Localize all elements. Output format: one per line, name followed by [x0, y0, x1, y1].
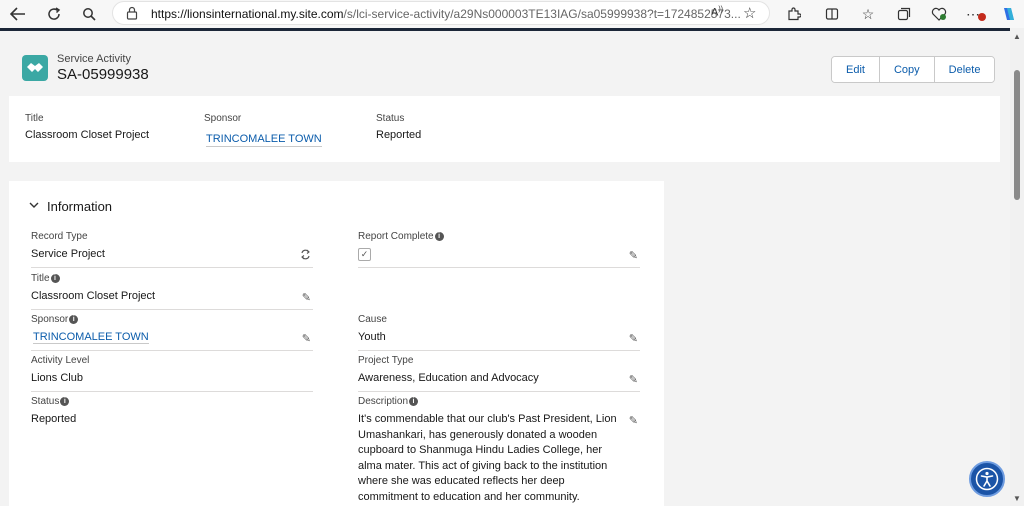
pencil-icon[interactable]: ✎ [629, 332, 638, 345]
collections-icon[interactable] [893, 4, 915, 24]
field-sponsor: Sponsor i TRINCOMALEE TOWN ✎ [31, 314, 313, 351]
copilot-icon[interactable] [998, 4, 1020, 24]
field-report-complete: Report Complete i ✓ ✎ [358, 231, 640, 268]
report-complete-checkbox[interactable]: ✓ [358, 248, 371, 261]
highlight-status-value: Reported [376, 129, 422, 141]
browser-toolbar: https://lionsinternational.my.site.com/s… [0, 0, 1024, 28]
description-line: Umashankari, has generously donated a wo… [358, 428, 598, 441]
title-label: Title i [31, 273, 313, 284]
accessibility-icon[interactable] [969, 461, 1005, 497]
puzzle-icon[interactable] [783, 4, 805, 24]
change-record-type-icon[interactable] [300, 249, 311, 263]
lock-icon[interactable] [126, 6, 138, 25]
pencil-icon[interactable]: ✎ [302, 332, 311, 345]
title-value: Classroom Closet Project [31, 290, 156, 302]
project-type-label: Project Type [358, 355, 414, 366]
chevron-down-icon [29, 201, 39, 212]
activity-level-label: Activity Level [31, 355, 90, 366]
search-icon[interactable] [78, 4, 100, 24]
field-activity-level: Activity Level Lions Club [31, 355, 313, 392]
information-section-toggle[interactable]: Information [29, 199, 112, 214]
sponsor-label-text: Sponsor [31, 314, 69, 325]
address-bar[interactable]: https://lionsinternational.my.site.com/s… [112, 1, 770, 25]
highlight-title: Title Classroom Closet Project [25, 113, 149, 141]
favorites-icon[interactable]: ☆ [857, 4, 879, 24]
report-complete-label: Report Complete i [358, 231, 640, 242]
reload-icon[interactable] [43, 4, 65, 24]
pencil-icon[interactable]: ✎ [302, 291, 311, 304]
field-cause: Cause Youth ✎ [358, 314, 640, 351]
description-line: cupboard to Shanmuga Hindu Ladies Colleg… [358, 444, 602, 456]
info-icon[interactable]: i [434, 232, 444, 241]
highlight-status-label: Status [376, 113, 405, 124]
description-line: It's commendable that our club's Past Pr… [358, 413, 617, 425]
description-line: where she was educated reflects her deep [358, 475, 565, 487]
read-aloud-icon[interactable]: A)) [711, 6, 723, 19]
info-icon[interactable]: i [60, 397, 70, 406]
edit-button[interactable]: Edit [832, 57, 879, 82]
title-label-text: Title [31, 273, 50, 284]
highlight-title-label: Title [25, 113, 44, 124]
information-heading: Information [47, 199, 113, 214]
url-host: https://lionsinternational.my.site.com [151, 7, 344, 21]
sponsor-link[interactable]: TRINCOMALEE TOWN [33, 331, 149, 344]
field-description: Description i It's commendable that our c… [358, 396, 640, 506]
cause-label: Cause [358, 314, 387, 325]
site-header-bar [0, 28, 1010, 31]
copy-button[interactable]: Copy [878, 57, 934, 82]
record-object-label: Service Activity [57, 53, 131, 65]
description-label-text: Description [358, 396, 409, 407]
info-icon[interactable]: i [50, 274, 60, 283]
highlight-sponsor: Sponsor TRINCOMALEE TOWN [204, 113, 322, 147]
pencil-icon[interactable]: ✎ [629, 249, 638, 262]
description-value: It's commendable that our club's Past Pr… [358, 412, 640, 505]
sponsor-label: Sponsor i [31, 314, 313, 325]
field-status: Status i Reported [31, 396, 313, 436]
description-line: commitment to education and her communit… [358, 490, 580, 503]
field-project-type: Project Type Awareness, Education and Ad… [358, 355, 640, 392]
delete-button[interactable]: Delete [933, 57, 995, 82]
scroll-down-arrow-icon[interactable]: ▼ [1013, 494, 1021, 503]
description-line: alma mater. This act of giving back to t… [358, 459, 608, 472]
status-value: Reported [31, 413, 77, 425]
description-label: Description i [358, 396, 640, 407]
highlight-title-value: Classroom Closet Project [25, 129, 150, 141]
information-section: Information Record Type Service Project … [9, 181, 664, 506]
highlight-sponsor-label: Sponsor [204, 113, 242, 124]
scroll-up-arrow-icon[interactable]: ▲ [1013, 32, 1021, 41]
record-actions: Edit Copy Delete [831, 56, 996, 83]
scrollbar-thumb[interactable] [1014, 70, 1020, 200]
pencil-icon[interactable]: ✎ [629, 373, 638, 386]
record-type-value: Service Project [31, 248, 105, 260]
url-text: https://lionsinternational.my.site.com/s… [151, 7, 741, 21]
handshake-icon [22, 55, 48, 81]
status-label: Status i [31, 396, 313, 407]
status-label-text: Status [31, 396, 60, 407]
pencil-icon[interactable]: ✎ [629, 414, 638, 427]
more-icon[interactable]: ⋯ [965, 4, 987, 24]
back-arrow-icon[interactable] [7, 4, 29, 24]
info-icon[interactable]: i [409, 397, 419, 406]
report-complete-label-text: Report Complete [358, 231, 434, 242]
highlight-sponsor-link[interactable]: TRINCOMALEE TOWN [206, 133, 322, 147]
record-type-label: Record Type [31, 231, 88, 242]
split-screen-icon[interactable] [821, 4, 843, 24]
field-record-type: Record Type Service Project [31, 231, 313, 268]
activity-level-value: Lions Club [31, 372, 83, 384]
info-icon[interactable]: i [69, 315, 79, 324]
star-icon[interactable]: ☆ [743, 4, 756, 22]
url-path: /s/lci-service-activity/a29Ns000003TE13I… [343, 7, 741, 21]
highlight-status: Status Reported [376, 113, 421, 141]
field-title: Title i Classroom Closet Project ✎ [31, 273, 313, 310]
heart-pulse-icon[interactable] [928, 4, 950, 24]
page-scrollbar[interactable]: ▲ ▼ [1010, 28, 1024, 506]
highlights-panel: Title Classroom Closet Project Sponsor T… [9, 96, 1000, 162]
cause-value: Youth [358, 331, 386, 343]
record-title: SA-05999938 [57, 66, 149, 83]
project-type-value: Awareness, Education and Advocacy [358, 372, 539, 384]
